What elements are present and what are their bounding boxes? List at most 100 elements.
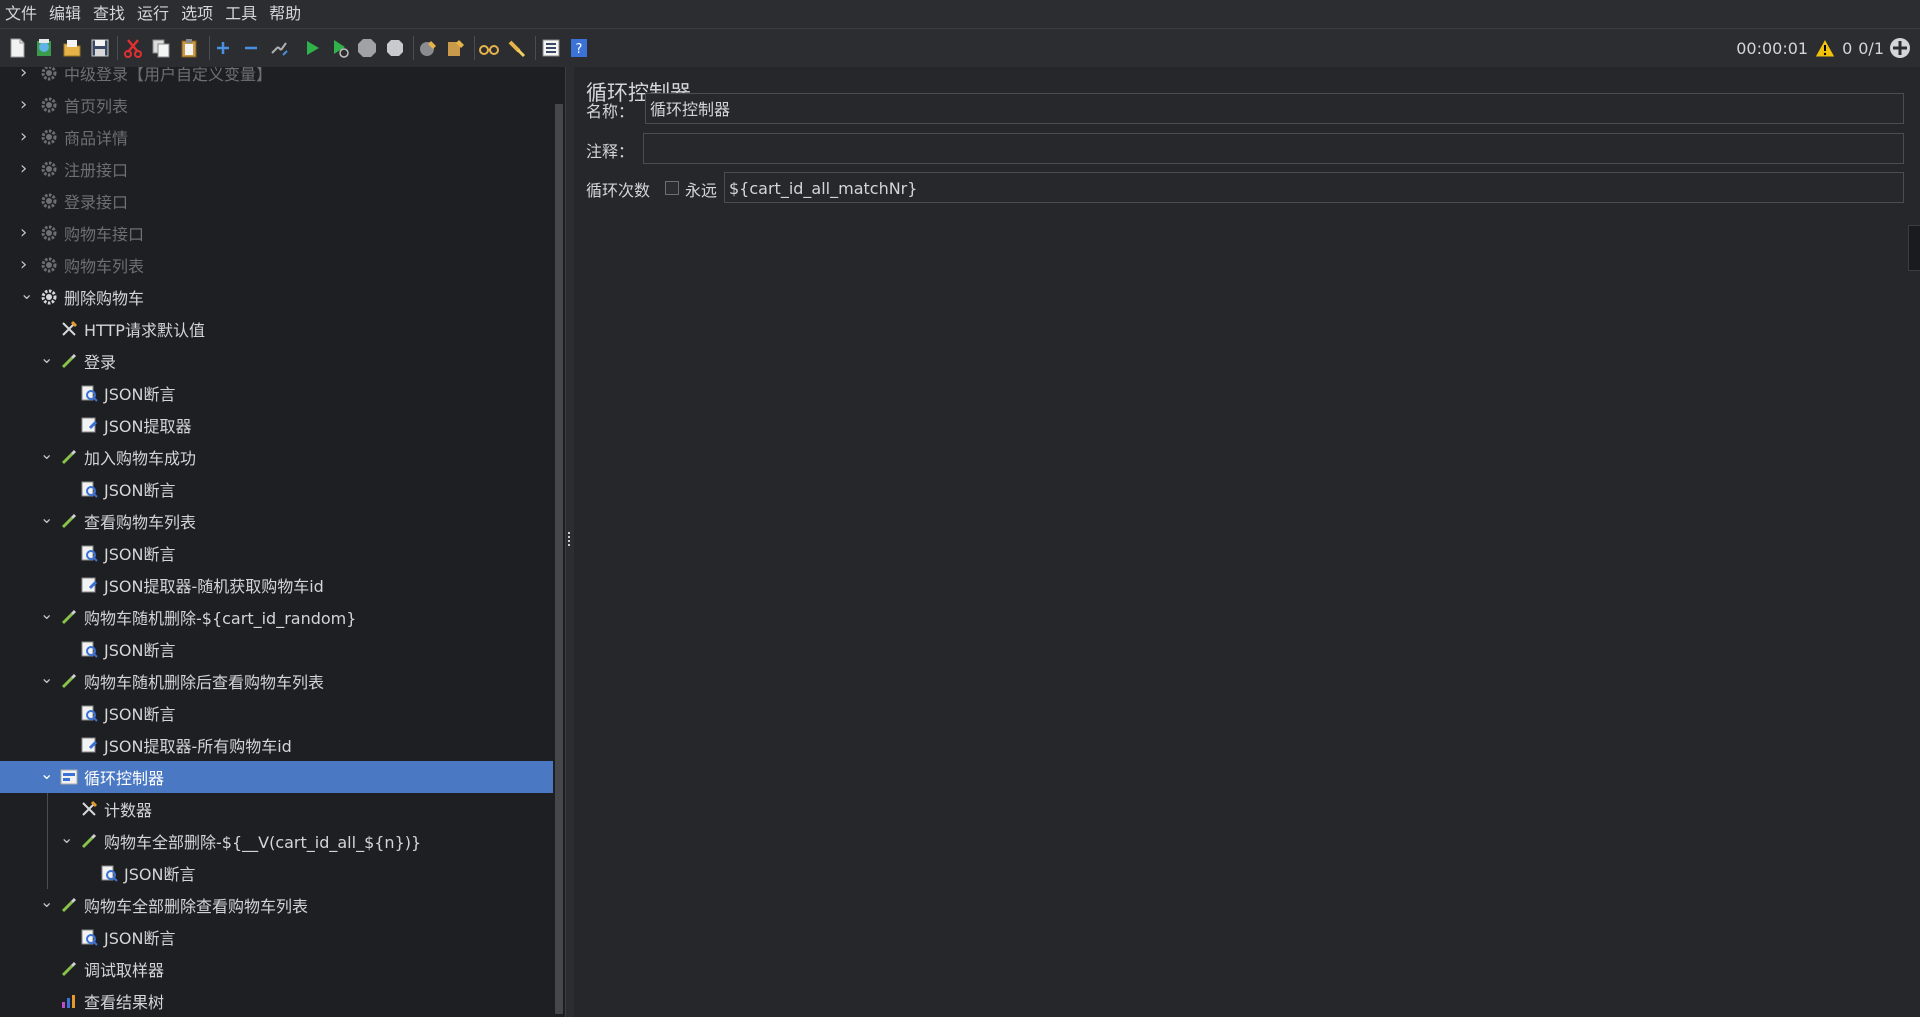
menu-options[interactable]: 选项: [176, 0, 220, 28]
save-icon[interactable]: [89, 37, 111, 59]
assertion-icon: [81, 705, 98, 722]
menu-search[interactable]: 查找: [88, 0, 132, 28]
chevron-right-icon[interactable]: ›: [20, 128, 30, 146]
tree-item[interactable]: › 注册接口: [0, 153, 553, 185]
help-icon[interactable]: ?: [568, 37, 590, 59]
tree-item[interactable]: 查看结果树: [0, 985, 553, 1017]
pipette-icon: [61, 897, 77, 913]
chevron-down-icon[interactable]: ⌄: [40, 894, 53, 910]
chevron-right-icon[interactable]: ›: [20, 67, 30, 82]
splitter-handle[interactable]: [568, 532, 572, 546]
menu-edit[interactable]: 编辑: [44, 0, 88, 28]
tree-item[interactable]: ⌄ 删除购物车: [0, 281, 553, 313]
pipette-icon: [61, 961, 77, 977]
tree-item[interactable]: ⌄ 购物车随机删除-${cart_id_random}: [0, 601, 553, 633]
tree-item-label: JSON断言: [104, 545, 176, 564]
tree-item-label: JSON断言: [104, 641, 176, 660]
chevron-right-icon[interactable]: ›: [20, 224, 30, 242]
remote-status-icon[interactable]: [1888, 36, 1912, 60]
tree-item[interactable]: › 商品详情: [0, 121, 553, 153]
tree-item[interactable]: 调试取样器: [0, 953, 553, 985]
tree-item[interactable]: JSON断言: [0, 697, 553, 729]
expand-icon[interactable]: [212, 37, 234, 59]
warning-icon[interactable]: [1814, 38, 1836, 58]
elapsed-timer: 00:00:01: [1736, 38, 1809, 58]
templates-icon[interactable]: [33, 37, 55, 59]
comment-field[interactable]: [643, 133, 1904, 164]
tree-item-selected[interactable]: ⌄ 循环控制器: [0, 761, 553, 793]
chevron-down-icon[interactable]: ⌄: [40, 446, 53, 462]
reset-search-icon[interactable]: [506, 37, 528, 59]
tree-item[interactable]: JSON断言: [0, 377, 553, 409]
chevron-down-icon[interactable]: ⌄: [20, 286, 33, 302]
chevron-right-icon[interactable]: ›: [20, 96, 30, 114]
chevron-right-icon[interactable]: ›: [20, 160, 30, 178]
chevron-down-icon[interactable]: ⌄: [40, 766, 53, 782]
chevron-down-icon[interactable]: ⌄: [40, 350, 53, 366]
stop-icon[interactable]: [356, 37, 378, 59]
tree-item-label: JSON提取器-随机获取购物车id: [104, 577, 324, 596]
chevron-right-icon[interactable]: ›: [20, 256, 30, 274]
tree-item[interactable]: › 购物车列表: [0, 249, 553, 281]
tree-item[interactable]: › 购物车接口: [0, 217, 553, 249]
tree-item[interactable]: ⌄ 查看购物车列表: [0, 505, 553, 537]
forever-checkbox[interactable]: [665, 181, 679, 195]
tree-item[interactable]: JSON提取器: [0, 409, 553, 441]
loop-count-field[interactable]: ${cart_id_all_matchNr}: [724, 172, 1904, 203]
clear-icon[interactable]: [417, 37, 439, 59]
toolbar-separator: [209, 36, 210, 60]
clear-all-icon[interactable]: [445, 37, 467, 59]
tree-item[interactable]: JSON断言: [0, 857, 553, 889]
open-icon[interactable]: [61, 37, 83, 59]
new-icon[interactable]: [6, 37, 28, 59]
copy-icon[interactable]: [150, 37, 172, 59]
chart-icon: [62, 995, 75, 1008]
gear-icon: [41, 257, 57, 273]
gear-icon: [41, 67, 57, 81]
gear-icon: [41, 129, 57, 145]
tree-item[interactable]: ⌄ 购物车全部删除查看购物车列表: [0, 889, 553, 921]
tree-item[interactable]: JSON断言: [0, 921, 553, 953]
tree-item[interactable]: › 中级登录【用户自定义变量】: [0, 67, 553, 89]
search-icon[interactable]: [478, 37, 500, 59]
tree-item[interactable]: JSON断言: [0, 537, 553, 569]
menu-file[interactable]: 文件: [0, 0, 44, 28]
tree-item[interactable]: ⌄ 登录: [0, 345, 553, 377]
tree-item-label: JSON断言: [104, 705, 176, 724]
paste-icon[interactable]: [178, 37, 200, 59]
toolbar-separator: [117, 36, 118, 60]
tree-item[interactable]: 计数器: [0, 793, 553, 825]
menu-run[interactable]: 运行: [132, 0, 176, 28]
tree-item[interactable]: JSON提取器-所有购物车id: [0, 729, 553, 761]
start-icon[interactable]: [301, 37, 323, 59]
tree-item[interactable]: ⌄ 购物车随机删除后查看购物车列表: [0, 665, 553, 697]
start-no-pauses-icon[interactable]: [329, 37, 351, 59]
cut-icon[interactable]: [122, 37, 144, 59]
assertion-icon: [81, 641, 98, 658]
tree-item-label: 注册接口: [64, 161, 129, 180]
chevron-down-icon[interactable]: ⌄: [40, 510, 53, 526]
chevron-down-icon[interactable]: ⌄: [40, 606, 53, 622]
tree-item[interactable]: JSON断言: [0, 633, 553, 665]
tree-item[interactable]: › 首页列表: [0, 89, 553, 121]
menu-help[interactable]: 帮助: [264, 0, 308, 28]
tree-item[interactable]: JSON断言: [0, 473, 553, 505]
tree-item-label: JSON断言: [124, 865, 196, 884]
shutdown-icon[interactable]: [384, 37, 406, 59]
tree-item[interactable]: 登录接口: [0, 185, 553, 217]
collapse-icon[interactable]: [240, 37, 262, 59]
chevron-down-icon[interactable]: ⌄: [40, 670, 53, 686]
function-helper-icon[interactable]: [540, 37, 562, 59]
tree-item[interactable]: ⌄ 购物车全部删除-${__V(cart_id_all_${n})}: [0, 825, 553, 857]
side-drawer-handle[interactable]: [1908, 225, 1920, 271]
tree-scrollbar[interactable]: [555, 104, 563, 1014]
tree-item[interactable]: ⌄ 加入购物车成功: [0, 441, 553, 473]
toggle-icon[interactable]: [268, 37, 290, 59]
chevron-down-icon[interactable]: ⌄: [60, 830, 73, 846]
tree-item[interactable]: JSON提取器-随机获取购物车id: [0, 569, 553, 601]
name-field[interactable]: 循环控制器: [645, 93, 1904, 124]
toolbar-separator: [535, 36, 536, 60]
menu-tools[interactable]: 工具: [220, 0, 264, 28]
tree-item[interactable]: HTTP请求默认值: [0, 313, 553, 345]
test-plan-tree[interactable]: › 中级登录【用户自定义变量】 › 首页列表 › 商品详情 › 注册接口 登录接口 › 购物车接口 ›…: [0, 67, 565, 1017]
